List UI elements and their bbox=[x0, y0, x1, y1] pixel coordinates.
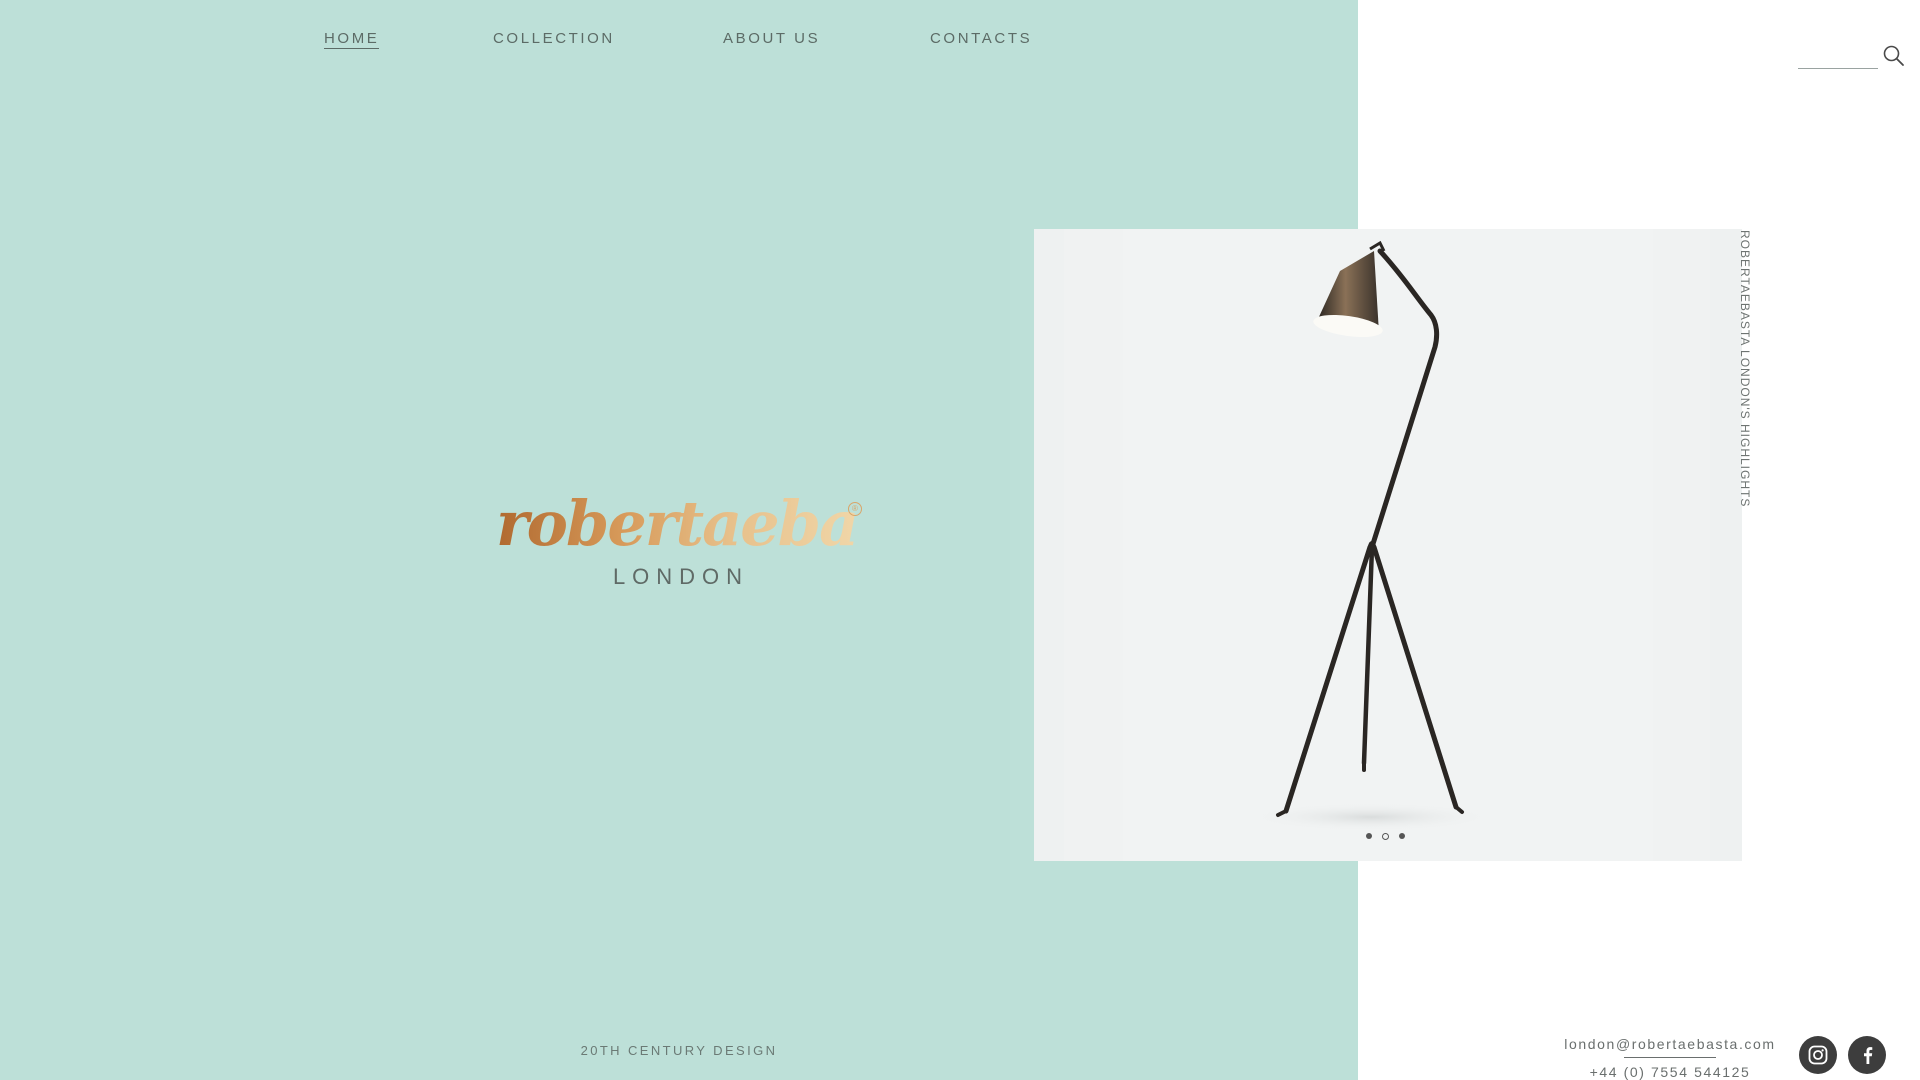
search-input[interactable] bbox=[1798, 42, 1878, 69]
contact-phone: +44 (0) 7554 544125 bbox=[1589, 1064, 1751, 1080]
hero-slideshow[interactable] bbox=[1034, 229, 1742, 861]
facebook-link[interactable] bbox=[1848, 1036, 1886, 1074]
instagram-icon bbox=[1808, 1045, 1828, 1065]
logo-wordmark: robertaebasta bbox=[496, 487, 957, 560]
contact-info: london@robertaebasta.com +44 (0) 7554 54… bbox=[1540, 1036, 1800, 1080]
brand-logo[interactable]: robertaebasta ® LONDON bbox=[496, 487, 957, 593]
slideshow-caption: ROBERTAEBASTA LONDON'S HIGHLIGHTS bbox=[1738, 230, 1752, 508]
floor-lamp-image bbox=[1251, 240, 1491, 831]
nav-collection[interactable]: COLLECTION bbox=[493, 30, 615, 47]
search-icon[interactable] bbox=[1882, 44, 1906, 68]
contact-email-link[interactable]: london@robertaebasta.com bbox=[1564, 1036, 1775, 1052]
facebook-icon bbox=[1864, 1047, 1873, 1064]
slide-indicators bbox=[1366, 833, 1416, 845]
search-box bbox=[1798, 40, 1904, 70]
slide-dot-1[interactable] bbox=[1366, 833, 1372, 839]
nav-home[interactable]: HOME bbox=[324, 30, 380, 49]
logo-city: LONDON bbox=[612, 564, 750, 589]
nav-about-us[interactable]: ABOUT US bbox=[723, 30, 820, 47]
instagram-link[interactable] bbox=[1799, 1036, 1837, 1074]
slide-dot-2[interactable] bbox=[1382, 833, 1389, 840]
tagline: 20TH CENTURY DESIGN bbox=[580, 1043, 778, 1058]
nav-contacts[interactable]: CONTACTS bbox=[930, 30, 1032, 47]
email-underline bbox=[1624, 1057, 1716, 1058]
registered-mark: ® bbox=[848, 502, 862, 516]
slide-dot-3[interactable] bbox=[1399, 833, 1405, 839]
